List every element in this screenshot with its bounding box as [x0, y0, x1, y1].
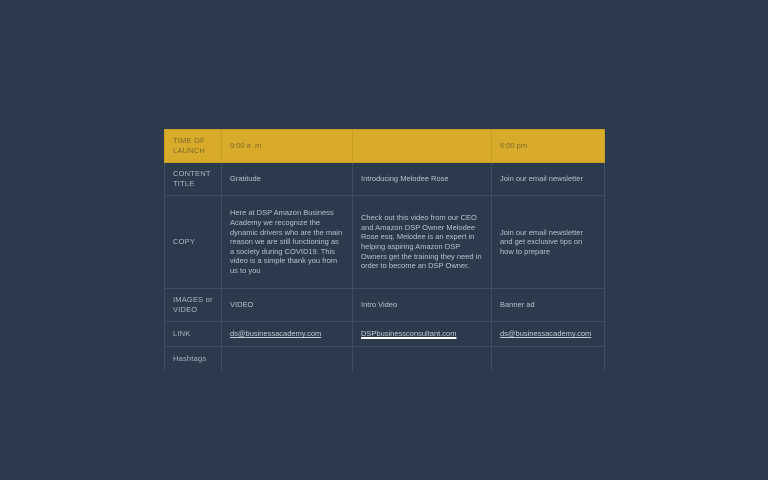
table-row-copy: COPY Here at DSP Amazon Business Academy…	[164, 195, 605, 289]
table-row-content-title: CONTENT TITLE Gratitude Introducing Melo…	[164, 162, 605, 196]
images-cell-1[interactable]: VIDEO	[221, 288, 353, 322]
hashtags-cell-1[interactable]	[221, 346, 353, 371]
copy-cell-3[interactable]: Join our email newsletter and get exclus…	[491, 195, 605, 289]
launch-time-cell-1[interactable]: 9:00 a .m	[221, 129, 353, 163]
table-row-hashtags: Hashtags	[164, 346, 605, 371]
content-title-cell-2[interactable]: Introducing Melodee Rose	[352, 162, 492, 196]
content-title-cell-3[interactable]: Join our email newsletter	[491, 162, 605, 196]
launch-time-cell-2[interactable]	[352, 129, 492, 163]
hashtags-cell-3[interactable]	[491, 346, 605, 371]
table-header-row: TIME OF LAUNCH 9:00 a .m 6:00 pm	[164, 129, 605, 163]
email-link-1[interactable]: ds@businessacademy.com	[230, 329, 321, 338]
content-title-label: CONTENT TITLE	[164, 162, 222, 196]
copy-text-1: Here at DSP Amazon Business Academy we r…	[230, 208, 343, 275]
link-cell-3: ds@businessacademy.com	[491, 321, 605, 347]
images-cell-3[interactable]: Banner ad	[491, 288, 605, 322]
copy-text-3: Join our email newsletter and get exclus…	[500, 227, 583, 256]
content-calendar-table: TIME OF LAUNCH 9:00 a .m 6:00 pm CONTENT…	[164, 129, 605, 371]
copy-cell-2[interactable]: Check out this video from our CEO and Am…	[352, 195, 492, 289]
images-or-video-label: IMAGES or VIDEO	[164, 288, 222, 322]
consultant-link[interactable]: DSPbusinessconsultant.com	[361, 329, 456, 338]
table-row-link: LINK ds@businessacademy.com DSPbusinessc…	[164, 321, 605, 347]
copy-label: COPY	[164, 195, 222, 289]
slide-canvas: TIME OF LAUNCH 9:00 a .m 6:00 pm CONTENT…	[0, 0, 768, 480]
copy-cell-1[interactable]: Here at DSP Amazon Business Academy we r…	[221, 195, 353, 289]
hashtags-label: Hashtags	[164, 346, 222, 371]
launch-time-cell-3[interactable]: 6:00 pm	[491, 129, 605, 163]
link-cell-1: ds@businessacademy.com	[221, 321, 353, 347]
table-row-images: IMAGES or VIDEO VIDEO Intro Video Banner…	[164, 288, 605, 322]
time-of-launch-label: TIME OF LAUNCH	[164, 129, 222, 163]
link-cell-2: DSPbusinessconsultant.com	[352, 321, 492, 347]
copy-text-2: Check out this video from our CEO and Am…	[361, 213, 482, 271]
content-title-cell-1[interactable]: Gratitude	[221, 162, 353, 196]
hashtags-cell-2[interactable]	[352, 346, 492, 371]
link-label: LINK	[164, 321, 222, 347]
email-link-2[interactable]: ds@businessacademy.com	[500, 329, 591, 338]
images-cell-2[interactable]: Intro Video	[352, 288, 492, 322]
